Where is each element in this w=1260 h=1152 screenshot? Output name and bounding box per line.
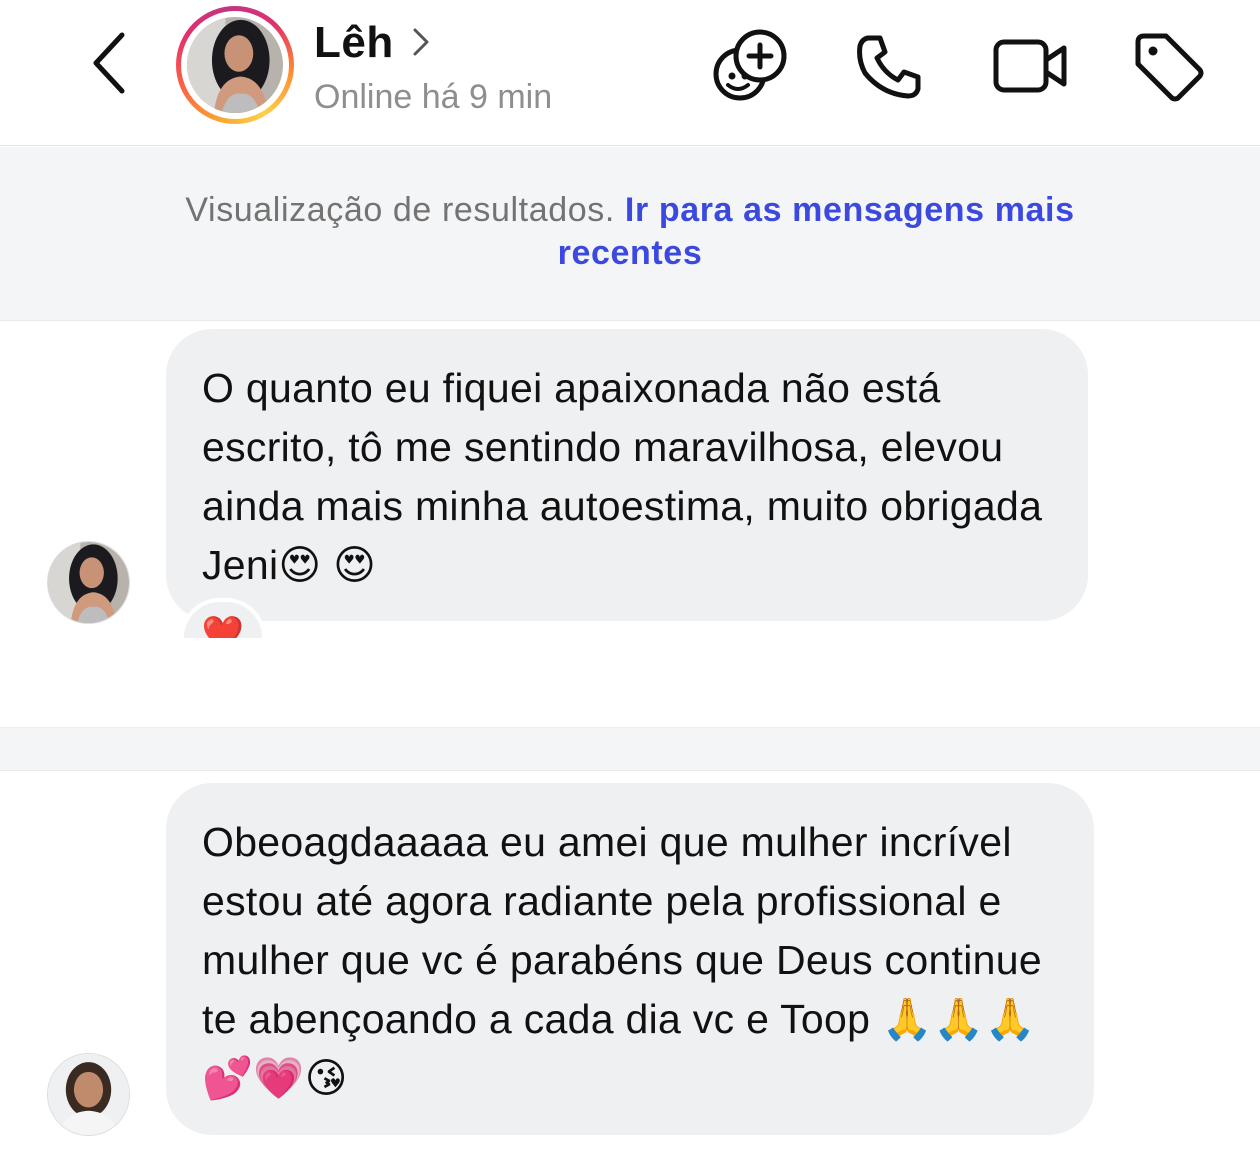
back-button[interactable] (78, 28, 138, 102)
tag-icon (1130, 28, 1206, 109)
call-button[interactable] (850, 28, 930, 108)
heart-reaction-icon: ❤️ (201, 615, 245, 638)
online-status: Online há 9 min (314, 78, 553, 116)
message-bubble[interactable]: Obeoagdaaaaa eu amei que mulher incrível… (166, 783, 1094, 1135)
effects-button[interactable] (710, 28, 790, 108)
sender-avatar[interactable] (47, 1053, 130, 1136)
video-call-button[interactable] (990, 28, 1070, 108)
search-results-banner: Visualização de resultados. Ir para as m… (0, 147, 1260, 321)
chevron-right-icon (412, 18, 430, 68)
message-reaction[interactable]: ❤️ (180, 598, 266, 638)
contact-name[interactable]: Lêh (314, 18, 430, 68)
sender-avatar[interactable] (47, 541, 130, 624)
search-result-divider (0, 727, 1260, 771)
video-camera-icon (990, 34, 1070, 103)
chevron-left-icon (88, 31, 128, 100)
contact-name-label: Lêh (314, 18, 394, 67)
jump-to-recent-link[interactable]: Ir para as mensagens mais recentes (558, 191, 1075, 272)
message-text: O quanto eu fiquei apaixonada não está e… (202, 365, 1043, 588)
label-button[interactable] (1128, 28, 1208, 108)
banner-text: Visualização de resultados. (185, 191, 615, 229)
add-effect-icon (710, 26, 790, 111)
message-text: Obeoagdaaaaa eu amei que mulher incrível… (202, 819, 1042, 1101)
phone-icon (854, 30, 926, 107)
message-bubble[interactable]: O quanto eu fiquei apaixonada não está e… (166, 329, 1088, 621)
chat-header: Lêh Online há 9 min (0, 0, 1260, 146)
avatar (187, 17, 283, 113)
contact-avatar[interactable] (176, 6, 294, 124)
